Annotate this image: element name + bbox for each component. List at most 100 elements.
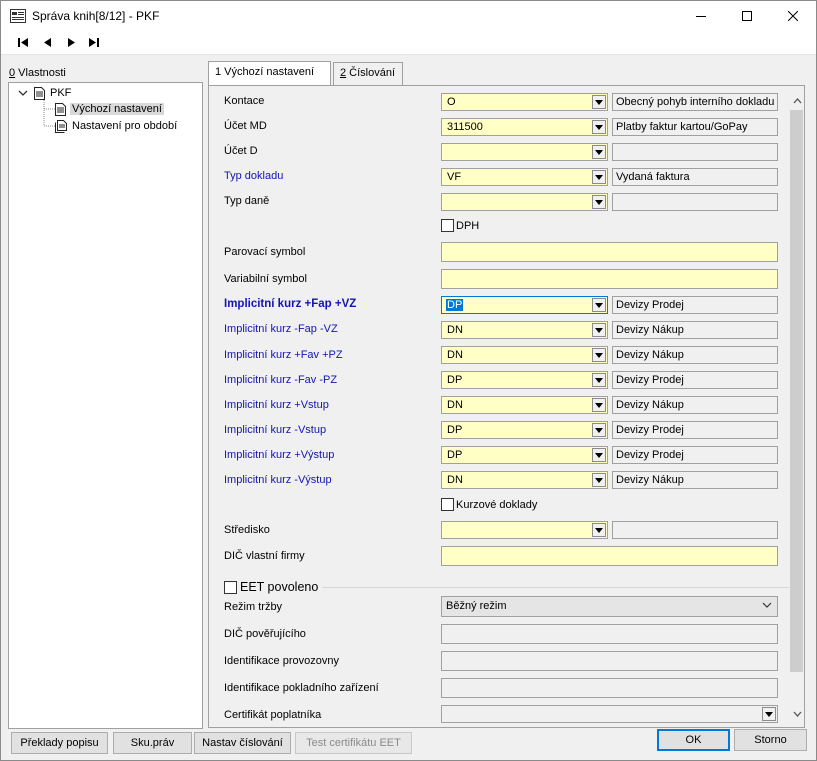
dialog-window: Správa knih[8/12] - PKF 0 Vlastnosti PKF…: [0, 0, 817, 761]
minimize-button[interactable]: [678, 1, 724, 31]
chevron-down-icon[interactable]: [18, 89, 28, 97]
typ-dokladu-description: Vydaná faktura: [612, 168, 778, 186]
next-record-icon: [67, 37, 75, 47]
certifikat-dropdown-button[interactable]: [762, 707, 776, 721]
kurz-fav-pz-minus-dropdown-button[interactable]: [592, 373, 606, 387]
scroll-thumb[interactable]: [790, 110, 803, 672]
kurz-vstup-plus-combo[interactable]: DN: [441, 396, 608, 414]
kurz-vstup-plus-dropdown-button[interactable]: [592, 398, 606, 412]
test-certifikatu-eet-button[interactable]: Test certifikátu EET: [295, 732, 412, 754]
typ-dane-dropdown-button[interactable]: [592, 195, 606, 209]
eet-povoleno-checkbox[interactable]: EET povoleno: [224, 580, 323, 594]
certifikat-poplatnika-combo[interactable]: [441, 705, 778, 723]
ucet-d-label: Účet D: [224, 145, 258, 157]
parovaci-symbol-input[interactable]: [441, 242, 778, 262]
stredisko-dropdown-button[interactable]: [592, 523, 606, 537]
sku-prav-button[interactable]: Sku.práv: [113, 732, 192, 754]
minimize-icon: [696, 16, 706, 17]
properties-tree[interactable]: PKF Výchozí nastavení Nastavení pro obdo…: [8, 82, 203, 729]
dph-checkbox-box[interactable]: [441, 219, 454, 232]
kurzove-doklady-checkbox-box[interactable]: [441, 498, 454, 511]
kurz-fav-pz-plus-label: Implicitní kurz +Fav +PZ: [224, 349, 343, 361]
kurz-fav-pz-plus-combo[interactable]: DN: [441, 346, 608, 364]
kurz-vstup-minus-description: Devizy Prodej: [612, 421, 778, 439]
next-record-button[interactable]: [64, 36, 78, 48]
identifikace-zarizeni-input[interactable]: [441, 678, 778, 698]
kurz-vstup-minus-dropdown-button[interactable]: [592, 423, 606, 437]
tree-item-label: Výchozí nastavení: [70, 103, 164, 115]
variabilni-symbol-input[interactable]: [441, 269, 778, 289]
kontace-dropdown-button[interactable]: [592, 95, 606, 109]
ucet-d-combo[interactable]: [441, 143, 608, 161]
vertical-scrollbar[interactable]: [789, 92, 804, 723]
ucet-md-description: Platby faktur kartou/GoPay: [612, 118, 778, 136]
kurz-fap-vz-plus-combo[interactable]: DP: [441, 296, 608, 314]
kontace-combo[interactable]: O: [441, 93, 608, 111]
maximize-button[interactable]: [724, 1, 770, 31]
ucet-d-dropdown-button[interactable]: [592, 145, 606, 159]
tab-vychozi-nastaveni[interactable]: 1 Výchozí nastavení: [208, 61, 331, 85]
kurz-vystup-plus-combo[interactable]: DP: [441, 446, 608, 464]
typ-dane-combo[interactable]: [441, 193, 608, 211]
kurz-fap-vz-minus-combo[interactable]: DN: [441, 321, 608, 339]
ucet-md-dropdown-button[interactable]: [592, 120, 606, 134]
kurz-vstup-minus-value: DP: [447, 424, 463, 436]
dropdown-arrow-icon: [595, 402, 603, 408]
last-record-button[interactable]: [87, 36, 101, 48]
kurz-vystup-plus-label: Implicitní kurz +Výstup: [224, 449, 335, 461]
tree-item-nastaveni-pro-obdobi[interactable]: Nastavení pro období: [55, 118, 177, 134]
scroll-down-button[interactable]: [792, 709, 802, 719]
tab-cislovani[interactable]: 2 Číslování: [333, 62, 403, 85]
previous-record-button[interactable]: [40, 36, 54, 48]
dropdown-arrow-icon: [595, 174, 603, 180]
dropdown-arrow-icon: [595, 99, 603, 105]
storno-button[interactable]: Storno: [734, 729, 807, 751]
kurz-vystup-plus-description: Devizy Prodej: [612, 446, 778, 464]
rezim-trzby-label: Režim tržby: [224, 601, 283, 613]
kurz-fap-vz-plus-dropdown-button[interactable]: [592, 298, 606, 312]
stredisko-combo[interactable]: [441, 521, 608, 539]
scroll-up-button[interactable]: [792, 96, 802, 106]
settings-panel: Kontace O Obecný pohyb interního dokladu…: [208, 85, 805, 728]
kurz-fav-pz-minus-combo[interactable]: DP: [441, 371, 608, 389]
dropdown-arrow-icon: [595, 527, 603, 533]
identifikace-provozovny-label: Identifikace provozovny: [224, 655, 339, 667]
typ-dokladu-combo[interactable]: VF: [441, 168, 608, 186]
dropdown-arrow-icon: [595, 199, 603, 205]
typ-dane-description: [612, 193, 778, 211]
eet-povoleno-checkbox-box[interactable]: [224, 580, 237, 594]
identifikace-provozovny-input[interactable]: [441, 651, 778, 671]
dic-poverujiciho-label: DIČ pověřujícího: [224, 628, 306, 640]
preklady-popisu-button[interactable]: Překlady popisu: [11, 732, 108, 754]
maximize-icon: [742, 11, 752, 21]
tree-item-vychozi-nastaveni[interactable]: Výchozí nastavení: [55, 101, 164, 117]
kurz-fap-vz-minus-dropdown-button[interactable]: [592, 323, 606, 337]
rezim-trzby-select[interactable]: Běžný režim: [441, 596, 778, 617]
ucet-md-combo[interactable]: 311500: [441, 118, 608, 136]
kurz-fav-pz-plus-dropdown-button[interactable]: [592, 348, 606, 362]
dic-poverujiciho-input[interactable]: [441, 624, 778, 644]
kurz-fap-vz-minus-label: Implicitní kurz -Fap -VZ: [224, 323, 338, 335]
kurzove-doklady-checkbox[interactable]: Kurzové doklady: [441, 498, 537, 511]
kurz-fap-vz-plus-value: DP: [446, 299, 464, 311]
nastav-cislovani-button[interactable]: Nastav číslování: [194, 732, 291, 754]
kurz-fap-vz-minus-description: Devizy Nákup: [612, 321, 778, 339]
tree-item-pkf[interactable]: PKF: [18, 85, 71, 101]
kurz-vystup-minus-value: DN: [447, 474, 463, 486]
kurz-vystup-minus-combo[interactable]: DN: [441, 471, 608, 489]
app-icon: [10, 9, 26, 23]
first-record-button[interactable]: [16, 36, 30, 48]
kurz-vystup-plus-dropdown-button[interactable]: [592, 448, 606, 462]
kurz-vstup-minus-combo[interactable]: DP: [441, 421, 608, 439]
eet-povoleno-label: EET povoleno: [240, 580, 319, 594]
kurz-vystup-minus-dropdown-button[interactable]: [592, 473, 606, 487]
previous-record-icon: [43, 37, 51, 47]
dic-vlastni-firmy-input[interactable]: [441, 546, 778, 566]
window-title: Správa knih[8/12] - PKF: [32, 9, 160, 23]
close-button[interactable]: [770, 1, 816, 31]
dph-checkbox[interactable]: DPH: [441, 219, 479, 232]
ucet-md-value: 311500: [447, 121, 483, 133]
typ-dokladu-dropdown-button[interactable]: [592, 170, 606, 184]
ok-button[interactable]: OK: [657, 729, 730, 751]
document-icon: [34, 86, 45, 100]
